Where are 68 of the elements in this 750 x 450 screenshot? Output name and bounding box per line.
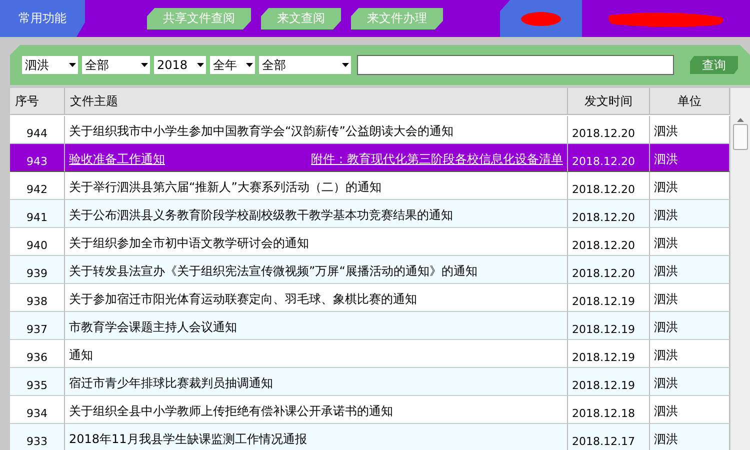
document-link[interactable]: 2018年11月我县学生缺课监测工作情况通报	[65, 424, 568, 450]
table-cell: 944	[10, 116, 65, 144]
table-cell: 泗洪	[650, 424, 730, 450]
scrollbar-thumb[interactable]	[733, 124, 748, 150]
table-cell: 940	[10, 228, 65, 256]
filter-select[interactable]: 2018	[154, 56, 206, 74]
search-field[interactable]	[357, 55, 674, 75]
column-header: 单位	[650, 88, 730, 115]
table-cell: 937	[10, 312, 65, 340]
caret-icon	[141, 63, 148, 67]
table-cell: 939	[10, 256, 65, 284]
scroll-up-icon[interactable]	[737, 118, 744, 122]
table-cell: 938	[10, 284, 65, 312]
caret-icon	[342, 63, 349, 67]
table-cell: 2018.12.19	[568, 340, 650, 368]
caret-icon	[246, 63, 253, 67]
table-cell: 936	[10, 340, 65, 368]
redaction-mark	[521, 12, 561, 26]
home-tab[interactable]: 常用功能	[0, 0, 85, 37]
filter-select[interactable]: 泗洪	[22, 56, 78, 74]
caret-icon	[69, 63, 76, 67]
document-link[interactable]: 宿迁市青少年排球比赛裁判员抽调通知	[65, 368, 568, 396]
table-cell: 2018.12.20	[568, 200, 650, 228]
column-header: 文件主题	[65, 88, 568, 115]
document-link[interactable]: 验收准备工作通知	[69, 151, 165, 168]
table-cell: 泗洪	[650, 200, 730, 228]
table-cell: 2018.12.20	[568, 228, 650, 256]
table-cell: 泗洪	[650, 340, 730, 368]
table-cell: 泗洪	[650, 116, 730, 144]
table-cell: 941	[10, 200, 65, 228]
document-link[interactable]: 关于组织我市中小学生参加中国教育学会“汉韵薪传”公益朗读大会的通知	[65, 116, 568, 144]
table-cell: 2018.12.20	[568, 172, 650, 200]
table-cell: 泗洪	[650, 312, 730, 340]
attachment-link[interactable]: 附件：教育现代化第三阶段各校信息化设备清单	[311, 151, 563, 168]
column-header: 发文时间	[568, 88, 650, 115]
document-link[interactable]: 关于公布泗洪县义务教育阶段学校副校级教干教学基本功竞赛结果的通知	[65, 200, 568, 228]
table-cell: 2018.12.20	[568, 116, 650, 144]
table-cell: 2018.12.20	[568, 144, 650, 172]
table-cell: 泗洪	[650, 172, 730, 200]
document-link[interactable]: 市教育学会课题主持人会议通知	[65, 312, 568, 340]
table-cell: 933	[10, 424, 65, 450]
filter-select[interactable]: 全部	[259, 56, 351, 74]
table-cell: 934	[10, 396, 65, 424]
table-cell: 泗洪	[650, 256, 730, 284]
table-cell: 2018.12.19	[568, 284, 650, 312]
table-cell: 泗洪	[650, 396, 730, 424]
document-link[interactable]: 关于组织参加全市初中语文教学研讨会的通知	[65, 228, 568, 256]
filter-select[interactable]: 全年	[210, 56, 255, 74]
table-cell: 泗洪	[650, 284, 730, 312]
table-cell: 2018.12.19	[568, 312, 650, 340]
table-cell: 943	[10, 144, 65, 172]
column-header: 序号	[10, 88, 65, 115]
document-link[interactable]: 关于参加宿迁市阳光体育运动联赛定向、羽毛球、象棋比赛的通知	[65, 284, 568, 312]
table-cell: 2018.12.17	[568, 424, 650, 450]
document-link[interactable]: 关于转发县法宣办《关于组织宪法宣传微视频”万屏“展播活动的通知》的通知	[65, 256, 568, 284]
document-link[interactable]: 关于组织全县中小学教师上传拒绝有偿补课公开承诺书的通知	[65, 396, 568, 424]
table-cell: 935	[10, 368, 65, 396]
table-cell: 2018.12.20	[568, 256, 650, 284]
table-cell: 泗洪	[650, 368, 730, 396]
document-link[interactable]: 关于举行泗洪县第六届“推新人”大赛系列活动（二）的通知	[65, 172, 568, 200]
table-cell: 942	[10, 172, 65, 200]
caret-icon	[197, 63, 204, 67]
table-cell: 泗洪	[650, 228, 730, 256]
table-cell: 2018.12.18	[568, 396, 650, 424]
filter-select[interactable]: 全部	[82, 56, 150, 74]
document-link[interactable]: 通知	[65, 340, 568, 368]
table-cell: 泗洪	[650, 144, 730, 172]
table-cell: 2018.12.19	[568, 368, 650, 396]
